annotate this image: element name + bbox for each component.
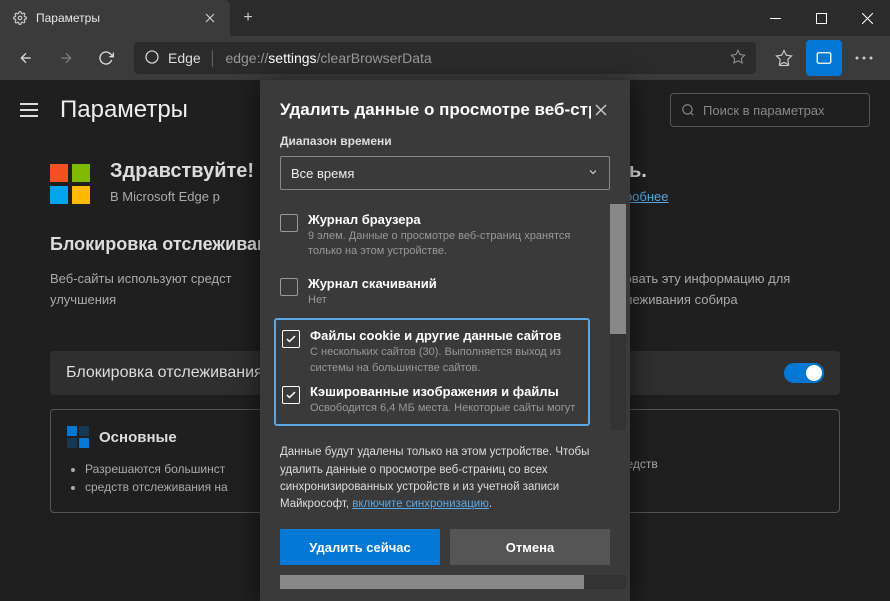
minimize-button[interactable] (752, 0, 798, 36)
maximize-button[interactable] (798, 0, 844, 36)
item-sub: 9 элем. Данные о просмотре веб-страниц х… (308, 229, 600, 260)
checkbox-cookies[interactable] (282, 330, 300, 348)
clear-now-button[interactable]: Удалить сейчас (280, 529, 440, 565)
search-placeholder: Поиск в параметрах (703, 103, 825, 118)
tracking-toggle[interactable] (784, 363, 824, 383)
address-bar[interactable]: Edge │ edge://settings/clearBrowserData (134, 42, 756, 74)
window-close-button[interactable] (844, 0, 890, 36)
item-cached-images: Кэшированные изображения и файлы Освобод… (282, 380, 582, 420)
tracking-toggle-label: Блокировка отслеживания (66, 364, 263, 382)
tab-title: Параметры (36, 11, 194, 25)
dialog-scrollbar-horizontal[interactable] (280, 575, 626, 589)
search-icon (681, 103, 695, 117)
close-tab-icon[interactable] (202, 10, 218, 26)
item-sub: Освободится 6,4 МБ места. Некоторые сайт… (310, 401, 582, 416)
clear-data-dialog: Удалить данные о просмотре веб-стра Диап… (260, 80, 630, 601)
dialog-note: Данные будут удалены только на этом устр… (260, 430, 630, 529)
focused-group: Файлы cookie и другие данные сайтов С не… (274, 318, 590, 426)
item-title: Журнал скачиваний (308, 276, 600, 291)
back-button[interactable] (8, 40, 44, 76)
item-title: Файлы cookie и другие данные сайтов (310, 328, 582, 343)
dialog-title: Удалить данные о просмотре веб-стра (280, 100, 591, 120)
forward-button[interactable] (48, 40, 84, 76)
time-range-label: Диапазон времени (260, 134, 630, 156)
browser-tab[interactable]: Параметры (0, 0, 230, 36)
window-controls (752, 0, 890, 36)
time-range-value: Все время (291, 166, 354, 181)
cancel-button[interactable]: Отмена (450, 529, 610, 565)
dialog-close-icon[interactable] (591, 100, 610, 120)
search-input[interactable]: Поиск в параметрах (670, 93, 870, 127)
checkbox-cached-images[interactable] (282, 386, 300, 404)
item-title: Журнал браузера (308, 212, 600, 227)
edge-label: Edge (168, 50, 201, 66)
addr-separator: │ (209, 50, 218, 66)
time-range-select[interactable]: Все время (280, 156, 610, 190)
new-tab-button[interactable]: + (230, 9, 266, 27)
chevron-down-icon (587, 166, 599, 181)
card-basic-title: Основные (99, 429, 177, 446)
more-icon[interactable] (846, 40, 882, 76)
menu-icon[interactable] (20, 98, 44, 122)
title-bar: Параметры + (0, 0, 890, 36)
edge-icon (144, 49, 160, 68)
data-type-list: Журнал браузера 9 элем. Данные о просмот… (280, 204, 610, 430)
dialog-scrollbar-vertical[interactable] (610, 204, 626, 430)
microsoft-logo-icon (50, 164, 90, 204)
item-title: Кэшированные изображения и файлы (310, 384, 582, 399)
item-sub: Нет (308, 293, 600, 308)
collections-icon[interactable] (806, 40, 842, 76)
item-browser-history: Журнал браузера 9 элем. Данные о просмот… (280, 204, 600, 268)
favorites-icon[interactable] (766, 40, 802, 76)
favorite-icon[interactable] (730, 49, 746, 68)
item-sub: С нескольких сайтов (30). Выполняется вы… (310, 345, 582, 376)
enable-sync-link[interactable]: включите синхронизацию (352, 498, 489, 510)
checkbox-downloads-history[interactable] (280, 278, 298, 296)
browser-toolbar: Edge │ edge://settings/clearBrowserData (0, 36, 890, 80)
checkbox-browser-history[interactable] (280, 214, 298, 232)
refresh-button[interactable] (88, 40, 124, 76)
basic-icon (67, 426, 89, 448)
addr-url: edge://settings/clearBrowserData (225, 50, 431, 66)
item-cookies: Файлы cookie и другие данные сайтов С не… (282, 324, 582, 380)
gear-icon (12, 10, 28, 26)
item-downloads-history: Журнал скачиваний Нет (280, 268, 600, 316)
